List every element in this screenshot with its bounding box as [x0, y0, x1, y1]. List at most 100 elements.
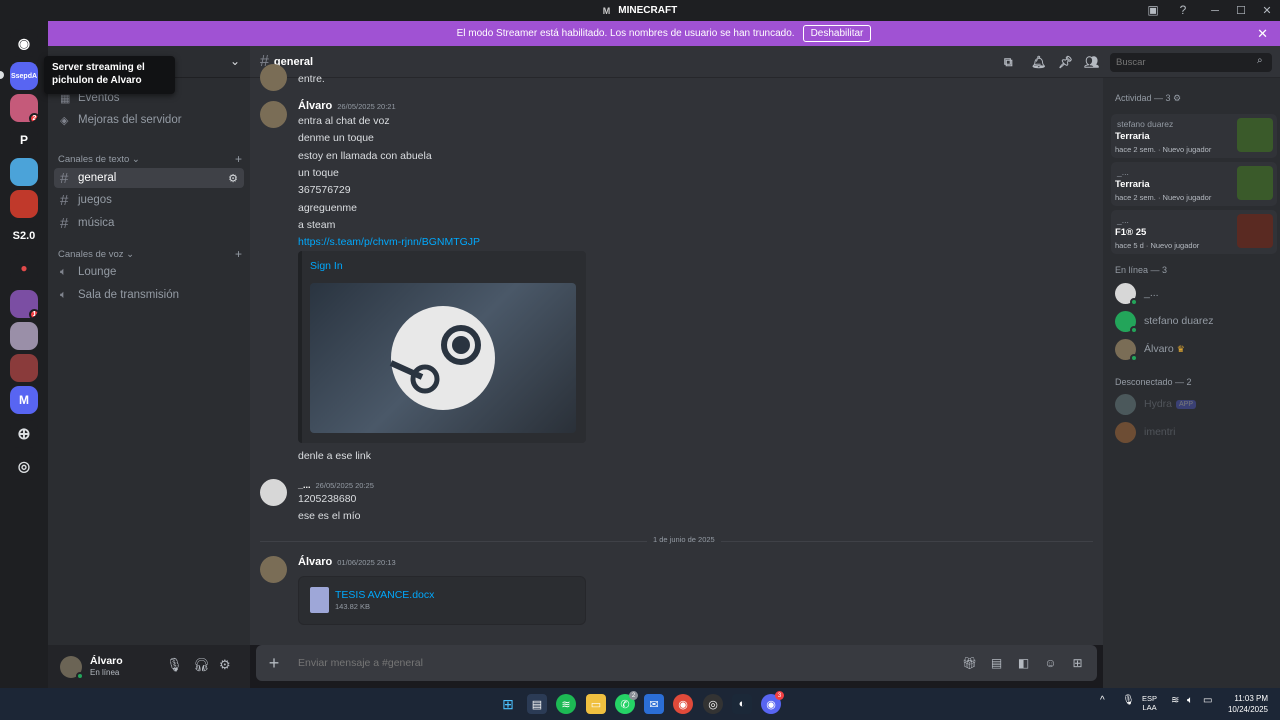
activity-header: Actividad — 3 ⚙ [1115, 93, 1182, 103]
sticker-icon[interactable]: ◧ [1010, 656, 1037, 670]
server-icon-4[interactable] [10, 158, 38, 186]
user-status: En línea [90, 667, 120, 677]
channel-settings-icon[interactable]: ⚙ [228, 172, 238, 185]
add-attachment-icon[interactable]: + [256, 653, 292, 674]
maximize-button[interactable]: ☐ [1228, 4, 1254, 17]
member-item[interactable]: Hydra APP [1115, 393, 1197, 415]
server-pill [0, 71, 4, 79]
server-tooltip: Server streaming el pichulon de Alvaro [44, 56, 175, 94]
message-input[interactable] [298, 657, 956, 669]
mail-icon[interactable]: ✉ [644, 694, 664, 714]
store-icon[interactable]: ▤ [527, 694, 547, 714]
category-text-channels[interactable]: Canales de texto ⌄ + [58, 152, 242, 166]
close-window-button[interactable]: ✕ [1254, 4, 1280, 17]
channel-general[interactable]: # general ⚙ [54, 168, 244, 188]
speaker-icon: 🔈︎ [60, 288, 67, 301]
sidebar-item-boosts[interactable]: ◈ Mejoras del servidor [54, 110, 244, 130]
activity-meta: hace 2 sem. · Nuevo jugador [1115, 193, 1212, 202]
discord-home-icon[interactable]: ◉ [10, 29, 38, 57]
file-size: 143.82 KB [335, 602, 371, 611]
gif-icon[interactable]: ▤ [983, 656, 1010, 670]
file-attachment[interactable]: TESIS AVANCE.docx 143.82 KB [298, 576, 586, 625]
embed-title[interactable]: Sign In [310, 260, 343, 272]
volume-icon[interactable]: 🔈︎ [1187, 695, 1193, 706]
help-icon[interactable]: ? [1176, 3, 1190, 17]
avatar[interactable] [260, 556, 287, 583]
message-list[interactable]: entre. Álvaro 26/05/2025 20:21 entra al c… [250, 64, 1103, 645]
server-icon-p[interactable]: P [10, 126, 38, 154]
threads-icon[interactable]: ⧉ [1004, 55, 1013, 70]
add-channel-icon[interactable]: + [235, 152, 242, 166]
activity-card[interactable]: stefano duarez Terraria hace 2 sem. · Nu… [1111, 114, 1277, 158]
member-item[interactable]: stefano duarez [1115, 310, 1213, 334]
server-icon-s20[interactable]: S2.0 [10, 222, 38, 250]
server-icon-8[interactable]: 1 [10, 290, 38, 318]
steam-embed-image[interactable] [310, 283, 576, 433]
members-icon[interactable]: 👥︎ [1084, 55, 1099, 69]
steam-link[interactable]: https://s.team/p/chvm-rjnn/BGNMTGJP [298, 236, 480, 248]
discord-taskbar-icon[interactable]: ◉ 3 [761, 691, 784, 714]
streamer-mode-banner: El modo Streamer está habilitado. Los no… [48, 21, 1280, 46]
channel-juegos[interactable]: # juegos [54, 190, 244, 210]
member-item[interactable]: Álvaro ♛ [1115, 338, 1185, 362]
discover-icon[interactable]: ◎ [10, 452, 38, 480]
steam-icon[interactable]: ◐ [732, 694, 752, 714]
search-input[interactable] [1110, 53, 1272, 72]
server-icon-5[interactable] [10, 190, 38, 218]
minimize-button[interactable]: ─ [1202, 5, 1228, 17]
server-icon-2[interactable]: 2 [10, 94, 38, 122]
inbox-icon[interactable]: ▣ [1146, 3, 1160, 17]
file-explorer-icon[interactable]: ▭ [586, 694, 606, 714]
headphones-icon[interactable]: 🎧︎ [193, 657, 210, 673]
server-icon-7[interactable]: ● [10, 254, 38, 282]
wifi-icon[interactable]: ≋ [1171, 695, 1179, 706]
bell-icon[interactable]: 🔔︎ [1031, 55, 1046, 69]
disable-streamer-button[interactable]: Deshabilitar [802, 25, 872, 42]
emoji-icon[interactable]: ☺ [1037, 656, 1064, 670]
add-server-icon[interactable]: ⊕ [10, 420, 38, 448]
microphone-icon[interactable]: 🎙︎ [166, 657, 183, 673]
voice-channel-lounge[interactable]: 🔈︎ Lounge [54, 262, 244, 282]
category-voice-channels[interactable]: Canales de voz ⌄ + [58, 247, 242, 261]
member-item[interactable]: imentri [1115, 421, 1176, 443]
game-thumbnail [1237, 214, 1273, 248]
add-voice-channel-icon[interactable]: + [235, 247, 242, 261]
server-icon-ssepda[interactable]: SsepdA [10, 62, 38, 90]
voice-channel-stream[interactable]: 🔈︎ Sala de transmisión [54, 285, 244, 305]
taskbar-clock[interactable]: 11:03 PM 10/24/2025 [1228, 693, 1268, 715]
chevron-down-icon[interactable]: ⌄ [230, 54, 240, 68]
message-line: agreguenme [298, 202, 357, 214]
member-item[interactable]: _... [1115, 282, 1159, 306]
server-icon-9[interactable] [10, 322, 38, 350]
avatar[interactable] [260, 479, 287, 506]
settings-gear-icon[interactable]: ⚙ [219, 657, 231, 673]
start-icon[interactable]: ⊞ [498, 694, 518, 714]
message-line: denle a ese link [298, 450, 371, 462]
channel-musica[interactable]: # música [54, 213, 244, 233]
server-icon-m[interactable]: M [10, 386, 38, 414]
apps-icon[interactable]: ⊞ [1064, 656, 1091, 670]
pin-icon[interactable]: 📌︎ [1058, 55, 1073, 69]
server-icon-10[interactable] [10, 354, 38, 382]
file-name[interactable]: TESIS AVANCE.docx [335, 589, 434, 601]
whatsapp-icon[interactable]: ✆ 2 [615, 691, 638, 714]
avatar[interactable] [260, 101, 287, 128]
message-author: _... 26/05/2025 20:25 [298, 480, 374, 490]
gift-icon[interactable]: 🎁︎ [956, 656, 983, 670]
avatar[interactable] [260, 64, 287, 91]
avatar[interactable] [60, 655, 84, 680]
message-timestamp: 26/05/2025 20:21 [337, 102, 396, 111]
activity-card[interactable]: _... Terraria hace 2 sem. · Nuevo jugado… [1111, 162, 1277, 206]
battery-icon[interactable]: ▭ [1203, 695, 1212, 706]
chrome-icon[interactable]: ◉ [673, 694, 693, 714]
microphone-tray-icon[interactable]: 🎙︎ [1122, 695, 1135, 706]
search-icon: ⌕ [1257, 55, 1263, 66]
chevron-up-icon[interactable]: ^ [1100, 695, 1105, 706]
spotify-icon[interactable]: ≋ [556, 694, 576, 714]
close-icon[interactable]: ✕ [1257, 26, 1268, 42]
message-line: estoy en llamada con abuela [298, 150, 432, 162]
activity-card[interactable]: _... F1® 25 hace 5 d · Nuevo jugador [1111, 210, 1277, 254]
language-indicator[interactable]: ESP LAA [1142, 694, 1157, 712]
app-icon[interactable]: ◎ [703, 694, 723, 714]
message-fragment: entre. [298, 73, 325, 85]
